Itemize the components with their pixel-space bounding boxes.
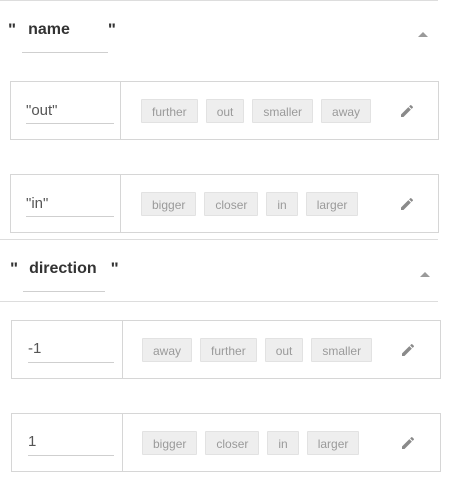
value-field[interactable]: "in" bbox=[26, 193, 114, 217]
synonym-chip[interactable]: further bbox=[200, 338, 257, 362]
slot-name-field[interactable]: direction bbox=[23, 260, 105, 292]
value-field[interactable]: "out" bbox=[26, 100, 114, 124]
synonym-chip[interactable]: closer bbox=[204, 192, 259, 216]
chevron-up-icon[interactable] bbox=[420, 272, 430, 277]
open-quote: " bbox=[10, 259, 19, 278]
synonym-chip[interactable]: away bbox=[321, 99, 372, 123]
open-quote: " bbox=[8, 20, 17, 39]
synonym-chip[interactable]: away bbox=[142, 338, 193, 362]
section-header-direction: " direction " bbox=[0, 239, 438, 302]
value-cell: "in" bbox=[11, 175, 121, 232]
synonym-chip[interactable]: smaller bbox=[252, 99, 314, 123]
pencil-icon[interactable] bbox=[400, 342, 416, 358]
value-cell: 1 bbox=[12, 414, 123, 471]
synonym-chip[interactable]: out bbox=[264, 338, 304, 362]
synonym-chip[interactable]: further bbox=[141, 99, 198, 123]
pencil-icon[interactable] bbox=[399, 103, 415, 119]
value-cell: -1 bbox=[12, 321, 123, 378]
synonym-chip[interactable]: larger bbox=[306, 431, 360, 455]
slot-title: " name " bbox=[8, 21, 116, 53]
slot-title: " direction " bbox=[10, 260, 119, 292]
synonym-chip[interactable]: bigger bbox=[141, 192, 197, 216]
synonym-chip[interactable]: out bbox=[205, 99, 245, 123]
value-cell: "out" bbox=[11, 82, 121, 139]
synonym-chip[interactable]: in bbox=[267, 431, 299, 455]
pencil-icon[interactable] bbox=[400, 435, 416, 451]
synonym-chip[interactable]: larger bbox=[305, 192, 359, 216]
close-quote: " bbox=[110, 259, 119, 278]
pencil-icon[interactable] bbox=[399, 196, 415, 212]
slot-name-field[interactable]: name bbox=[22, 21, 108, 53]
table-row: 1 bigger closer in larger bbox=[11, 413, 441, 472]
synonym-chips: bigger closer in larger bbox=[141, 192, 366, 216]
synonym-chip[interactable]: smaller bbox=[311, 338, 373, 362]
section-header-name: " name " bbox=[0, 0, 438, 63]
synonym-chips: away further out smaller bbox=[142, 338, 380, 362]
value-field[interactable]: -1 bbox=[28, 338, 114, 363]
close-quote: " bbox=[107, 20, 116, 39]
synonym-chip[interactable]: closer bbox=[205, 431, 260, 455]
table-row: "out" further out smaller away bbox=[10, 81, 439, 140]
table-row: "in" bigger closer in larger bbox=[10, 174, 439, 233]
synonym-chip[interactable]: in bbox=[266, 192, 298, 216]
synonym-chips: bigger closer in larger bbox=[142, 431, 367, 455]
synonym-chips: further out smaller away bbox=[141, 99, 379, 123]
synonym-chip[interactable]: bigger bbox=[142, 431, 198, 455]
value-field[interactable]: 1 bbox=[28, 431, 114, 456]
table-row: -1 away further out smaller bbox=[11, 320, 441, 379]
chevron-up-icon[interactable] bbox=[418, 32, 428, 37]
